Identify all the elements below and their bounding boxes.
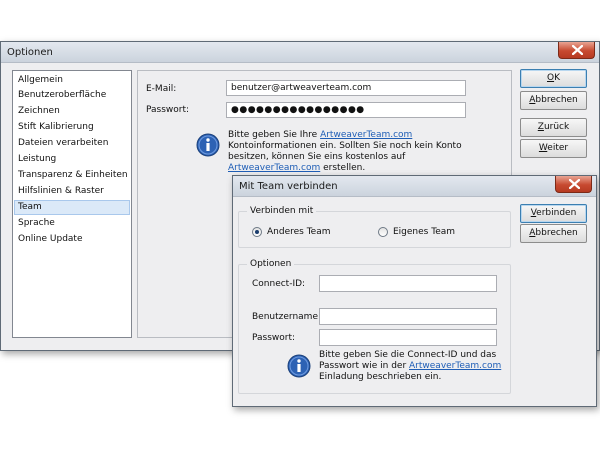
cancel-button[interactable]: Abbrechen (520, 91, 587, 110)
options-titlebar[interactable]: Optionen (1, 42, 599, 63)
sidebar-item-stift-kalibrierung[interactable]: Stift Kalibrierung (14, 120, 130, 135)
options-group-title: Optionen (247, 259, 295, 269)
options-group: Optionen Connect-ID: Benutzername: Passw… (238, 259, 511, 394)
radio-other-team-label[interactable]: Anderes Team (267, 227, 331, 237)
artweaverteam-link-3[interactable]: ArtweaverTeam.com (409, 361, 501, 371)
username-field[interactable] (319, 308, 497, 325)
artweaverteam-link-1[interactable]: ArtweaverTeam.com (320, 130, 412, 140)
radio-other-team[interactable] (252, 227, 262, 237)
radio-own-team[interactable] (378, 227, 388, 237)
options-close-button[interactable] (558, 42, 595, 59)
artweaverteam-link-2[interactable]: ArtweaverTeam.com (228, 163, 320, 173)
team-password-label: Passwort: (252, 333, 296, 343)
connect-with-group-title: Verbinden mit (247, 206, 317, 216)
sidebar-item-dateien-verarbeiten[interactable]: Dateien verarbeiten (14, 136, 130, 151)
sidebar-item-zeichnen[interactable]: Zeichnen (14, 104, 130, 119)
team-password-field[interactable] (319, 329, 497, 346)
sidebar-item-online-update[interactable]: Online Update (14, 232, 130, 247)
sidebar-item-hilfslinien[interactable]: Hilfslinien & Raster (14, 184, 130, 199)
next-button[interactable]: Weiter (520, 139, 587, 158)
info-icon (196, 133, 220, 157)
connect-with-group: Verbinden mit Anderes Team Eigenes Team (238, 206, 511, 248)
connect-button[interactable]: Verbinden (520, 204, 587, 223)
username-label: Benutzername: (252, 312, 322, 322)
email-label: E-Mail: (146, 84, 177, 94)
sidebar-item-sprache[interactable]: Sprache (14, 216, 130, 231)
ok-button[interactable]: OK (520, 69, 587, 88)
sidebar-item-transparenz[interactable]: Transparenz & Einheiten (14, 168, 130, 183)
team-dialog-title: Mit Team verbinden (239, 181, 338, 192)
team-dialog-close-button[interactable] (555, 176, 592, 193)
sidebar-item-benutzeroberflaeche[interactable]: Benutzeroberfläche (14, 88, 130, 103)
team-connect-dialog: Mit Team verbinden Verbinden mit Anderes… (232, 175, 597, 407)
team-info-text: Bitte geben Sie die Connect-ID und das P… (319, 350, 502, 382)
sidebar-item-team[interactable]: Team (14, 200, 130, 215)
sidebar-item-allgemein[interactable]: Allgemein (14, 73, 130, 88)
info-icon (287, 354, 311, 378)
team-cancel-button[interactable]: Abbrechen (520, 224, 587, 243)
password-label: Passwort: (146, 105, 190, 115)
sidebar-item-leistung[interactable]: Leistung (14, 152, 130, 167)
team-dialog-titlebar[interactable]: Mit Team verbinden (233, 176, 596, 197)
account-info-text: Bitte geben Sie Ihre ArtweaverTeam.com K… (228, 130, 462, 173)
back-button[interactable]: Zurück (520, 118, 587, 137)
email-field[interactable]: benutzer@artweaverteam.com (226, 80, 466, 96)
radio-own-team-label[interactable]: Eigenes Team (393, 227, 455, 237)
close-icon (569, 179, 580, 189)
options-category-list[interactable]: Allgemein Benutzeroberfläche Zeichnen St… (12, 70, 132, 338)
options-window-title: Optionen (7, 47, 53, 58)
connect-id-label: Connect-ID: (252, 279, 306, 289)
password-field[interactable]: ●●●●●●●●●●●●●●●● (226, 102, 466, 118)
close-icon (572, 45, 583, 55)
connect-id-field[interactable] (319, 275, 497, 292)
